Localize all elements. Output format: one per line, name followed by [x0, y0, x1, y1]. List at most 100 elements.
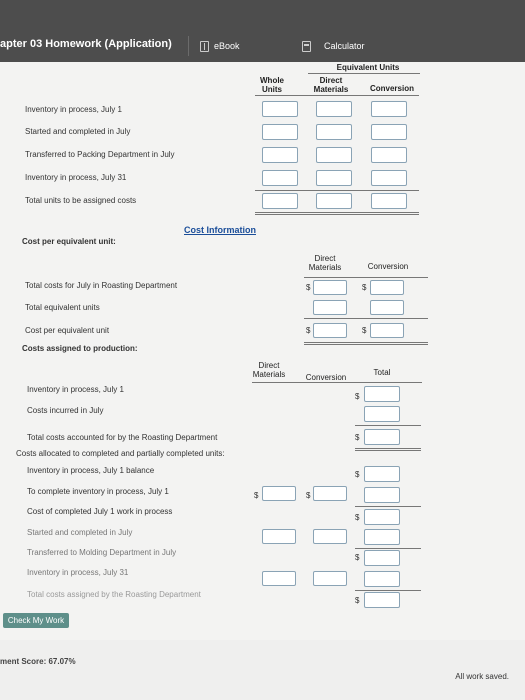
row-label: Inventory in process, July 1: [27, 385, 124, 394]
cost-information-link[interactable]: Cost Information: [184, 225, 256, 235]
conv-equivalent-units-input[interactable]: [370, 300, 404, 315]
double-underline: [255, 212, 419, 215]
divider: [308, 73, 420, 74]
currency-symbol: $: [362, 326, 367, 335]
whole-units-input[interactable]: [262, 124, 298, 140]
conv-started-completed-input[interactable]: [313, 529, 347, 544]
divider: [252, 382, 422, 383]
conv-ending-inventory-input[interactable]: [313, 571, 347, 586]
conv-total-cost-input[interactable]: [370, 280, 404, 295]
currency-symbol: $: [355, 596, 360, 605]
header-line: Materials: [252, 370, 286, 379]
total-input[interactable]: [364, 509, 400, 525]
header-line: Direct: [258, 361, 280, 370]
whole-units-input[interactable]: [262, 193, 298, 209]
conversion-input[interactable]: [371, 124, 407, 140]
assignment-title: apter 03 Homework (Application): [0, 38, 172, 50]
whole-units-input[interactable]: [262, 170, 298, 186]
divider: [255, 95, 419, 96]
conversion-header: Conversion: [367, 262, 409, 271]
header-line: Materials: [308, 263, 342, 272]
currency-symbol: $: [306, 491, 311, 500]
row-label: Inventory in process, July 31: [25, 173, 127, 182]
conv-to-complete-input[interactable]: [313, 486, 347, 501]
check-my-work-button[interactable]: Check My Work: [3, 613, 69, 628]
assignment-score: ment Score: 67.07%: [0, 657, 76, 666]
dm-equivalent-units-input[interactable]: [313, 300, 347, 315]
row-label: Total units to be assigned costs: [25, 196, 137, 205]
total-input[interactable]: [364, 429, 400, 445]
dm-started-completed-input[interactable]: [262, 529, 296, 544]
dm-ending-inventory-input[interactable]: [262, 571, 296, 586]
row-label: Cost of completed July 1 work in process: [27, 507, 173, 516]
save-status: All work saved.: [455, 672, 509, 681]
double-underline: [355, 448, 421, 451]
currency-symbol: $: [254, 491, 259, 500]
direct-materials-input[interactable]: [316, 101, 352, 117]
ebook-button[interactable]: eBook: [200, 37, 240, 55]
divider: [355, 425, 421, 426]
total-input[interactable]: [364, 386, 400, 402]
divider: [355, 506, 421, 507]
separator: [188, 36, 189, 56]
header-line: Materials: [313, 85, 349, 94]
row-label: Transferred to Packing Department in Jul…: [25, 150, 175, 159]
conversion-input[interactable]: [371, 147, 407, 163]
total-input[interactable]: [364, 571, 400, 587]
cost-per-eu-label: Cost per equivalent unit:: [22, 237, 116, 246]
dm-to-complete-input[interactable]: [262, 486, 296, 501]
total-input[interactable]: [364, 529, 400, 545]
row-label: Transferred to Molding Department in Jul…: [27, 548, 177, 557]
divider: [355, 590, 421, 591]
dm-total-cost-input[interactable]: [313, 280, 347, 295]
currency-symbol: $: [355, 392, 360, 401]
direct-materials-input[interactable]: [316, 124, 352, 140]
row-label: Started and completed in July: [27, 528, 133, 537]
dm-cost-per-eu-input[interactable]: [313, 323, 347, 338]
calculator-icon: [302, 40, 311, 52]
conv-cost-per-eu-input[interactable]: [370, 323, 404, 338]
currency-symbol: $: [355, 553, 360, 562]
row-label: Cost per equivalent unit: [25, 326, 110, 335]
conversion-input[interactable]: [371, 193, 407, 209]
row-label: Inventory in process, July 1 balance: [27, 466, 155, 475]
conversion-input[interactable]: [371, 101, 407, 117]
row-label: Inventory in process, July 1: [25, 105, 122, 114]
total-input[interactable]: [364, 466, 400, 482]
direct-materials-header: Direct Materials: [310, 76, 352, 94]
double-underline: [304, 342, 428, 345]
ebook-label: eBook: [214, 41, 240, 51]
row-label: To complete inventory in process, July 1: [27, 487, 169, 496]
calculator-button[interactable]: Calculator: [302, 37, 365, 55]
total-input[interactable]: [364, 592, 400, 608]
header-line: Whole: [260, 76, 284, 85]
row-label: Total costs assigned by the Roasting Dep…: [27, 590, 201, 599]
divider: [355, 548, 421, 549]
row-label: Total equivalent units: [25, 303, 100, 312]
currency-symbol: $: [355, 470, 360, 479]
row-label: Total costs for July in Roasting Departm…: [25, 281, 178, 290]
direct-materials-input[interactable]: [316, 147, 352, 163]
whole-units-input[interactable]: [262, 101, 298, 117]
row-label: Inventory in process, July 31: [27, 568, 129, 577]
currency-symbol: $: [306, 283, 311, 292]
book-icon: [200, 40, 209, 52]
whole-units-input[interactable]: [262, 147, 298, 163]
direct-materials-input[interactable]: [316, 193, 352, 209]
direct-materials-input[interactable]: [316, 170, 352, 186]
conversion-header: Conversion: [369, 84, 414, 93]
footer: [0, 640, 525, 700]
whole-units-header: Whole Units: [252, 76, 292, 94]
conversion-input[interactable]: [371, 170, 407, 186]
total-input[interactable]: [364, 550, 400, 566]
total-header: Total: [373, 368, 391, 377]
currency-symbol: $: [362, 283, 367, 292]
currency-symbol: $: [355, 433, 360, 442]
top-bar: apter 03 Homework (Application) eBook Ca…: [0, 0, 525, 62]
equivalent-units-header: Equivalent Units: [336, 63, 400, 72]
total-input[interactable]: [364, 487, 400, 503]
total-input[interactable]: [364, 406, 400, 422]
row-label: Started and completed in July: [25, 127, 131, 136]
row-label: Costs assigned to production:: [22, 344, 138, 353]
row-label: Costs allocated to completed and partial…: [16, 449, 225, 458]
